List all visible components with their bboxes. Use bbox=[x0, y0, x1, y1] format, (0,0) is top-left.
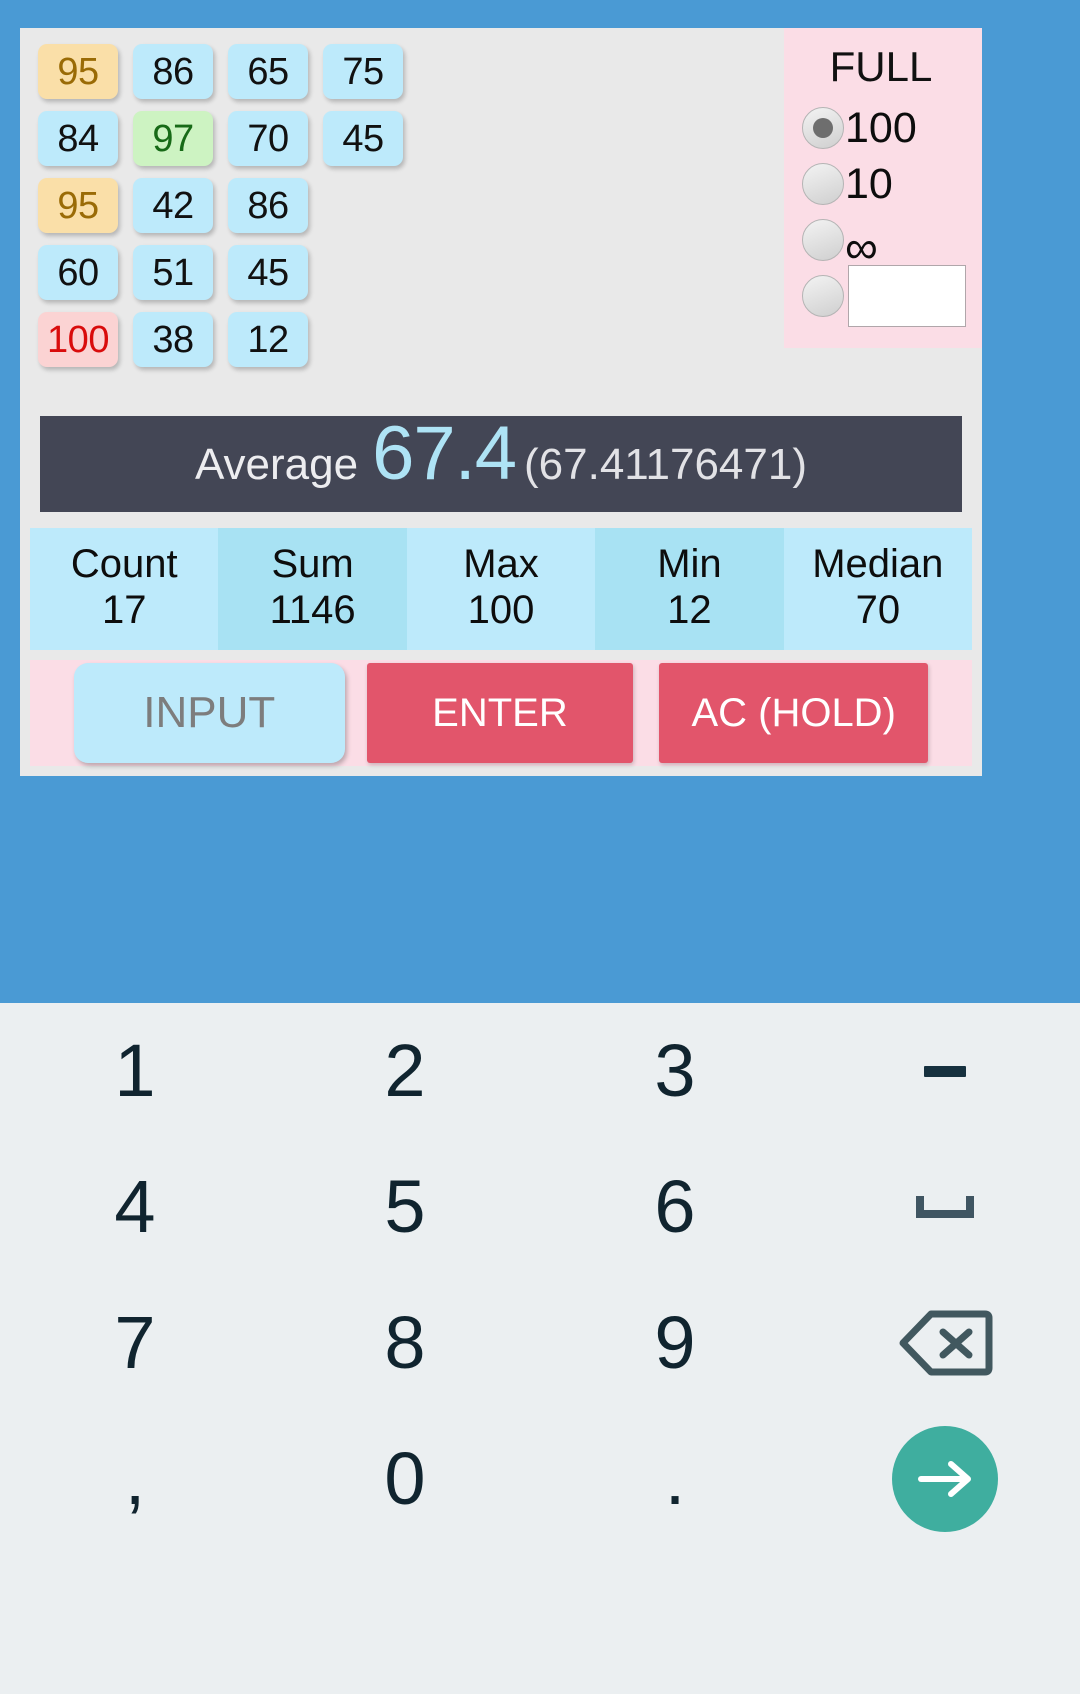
statistics-row: Count 17 Sum 1146 Max 100 Min 12 Median 70 bbox=[30, 528, 973, 650]
number-chip[interactable]: 75 bbox=[323, 44, 403, 99]
stat-value: 12 bbox=[667, 588, 712, 632]
number-chip[interactable]: 51 bbox=[133, 245, 213, 300]
key-1[interactable]: 1 bbox=[0, 1003, 270, 1139]
stat-value: 17 bbox=[101, 588, 147, 632]
radio-option-infinity[interactable]: ∞ bbox=[784, 212, 982, 273]
average-display-bar: Average 67.4 (67.41176471) bbox=[40, 416, 962, 512]
keyboard-row: 789 bbox=[0, 1275, 1080, 1411]
stat-label: Max bbox=[463, 542, 539, 586]
number-chip[interactable]: 12 bbox=[228, 312, 308, 367]
stat-value: 1146 bbox=[269, 588, 356, 632]
average-label: Average bbox=[195, 440, 359, 489]
radio-icon-custom[interactable] bbox=[802, 275, 844, 317]
stat-value: 100 bbox=[467, 588, 535, 632]
calculator-card: 95 86 65 75 84 97 70 45 95 42 86 60 51 45 100 38 12 FULL… bbox=[20, 28, 982, 776]
key-9[interactable]: 9 bbox=[540, 1275, 810, 1411]
stat-label: Median bbox=[812, 542, 944, 586]
key-5[interactable]: 5 bbox=[270, 1139, 540, 1275]
key-period[interactable]: . bbox=[540, 1411, 810, 1547]
key-7[interactable]: 7 bbox=[0, 1275, 270, 1411]
number-chip[interactable]: 42 bbox=[133, 178, 213, 233]
enter-button[interactable]: ENTER bbox=[366, 663, 634, 763]
number-chip[interactable]: 95 bbox=[38, 44, 118, 99]
radio-label-100: 100 bbox=[845, 103, 917, 152]
average-exact-value: (67.41176471) bbox=[524, 440, 807, 489]
stat-label: Sum bbox=[271, 542, 354, 586]
full-mode-panel: FULL 100 10 ∞ bbox=[784, 28, 982, 348]
key-3[interactable]: 3 bbox=[540, 1003, 810, 1139]
minus-icon bbox=[924, 1065, 966, 1077]
number-chip-grid: 95 86 65 75 84 97 70 45 95 42 86 60 51 45 100 38 12 bbox=[38, 44, 778, 379]
number-chip-row: 95 42 86 bbox=[38, 178, 778, 233]
stat-value: 70 bbox=[855, 588, 901, 632]
radio-icon-10[interactable] bbox=[802, 163, 844, 205]
key-4[interactable]: 4 bbox=[0, 1139, 270, 1275]
radio-label-infinity: ∞ bbox=[845, 221, 878, 273]
stat-label: Min bbox=[657, 542, 722, 586]
key-backspace[interactable] bbox=[810, 1275, 1080, 1411]
action-buttons-bar: INPUT ENTER AC (HOLD) bbox=[30, 660, 972, 766]
number-chip-row: 95 86 65 75 bbox=[38, 44, 778, 99]
key-2[interactable]: 2 bbox=[270, 1003, 540, 1139]
radio-icon-100[interactable] bbox=[802, 107, 844, 149]
number-chip[interactable]: 45 bbox=[228, 245, 308, 300]
key-space[interactable] bbox=[810, 1139, 1080, 1275]
stat-cell-sum: Sum 1146 bbox=[218, 528, 407, 650]
number-chip[interactable]: 38 bbox=[133, 312, 213, 367]
average-value: 67.4 bbox=[372, 416, 517, 496]
number-chip[interactable]: 65 bbox=[228, 44, 308, 99]
key-0[interactable]: 0 bbox=[270, 1411, 540, 1547]
radio-option-10[interactable]: 10 bbox=[784, 156, 982, 212]
ac-hold-button[interactable]: AC (HOLD) bbox=[659, 663, 928, 763]
key-8[interactable]: 8 bbox=[270, 1275, 540, 1411]
stat-label: Count bbox=[70, 542, 178, 586]
arrow-right-icon bbox=[918, 1461, 971, 1497]
number-chip[interactable]: 45 bbox=[323, 111, 403, 166]
custom-limit-input[interactable] bbox=[848, 265, 966, 327]
number-chip[interactable]: 70 bbox=[228, 111, 308, 166]
number-chip[interactable]: 84 bbox=[38, 111, 118, 166]
full-panel-title: FULL bbox=[829, 43, 933, 90]
number-chip-row: 60 51 45 bbox=[38, 245, 778, 300]
radio-icon-infinity[interactable] bbox=[802, 219, 844, 261]
keyboard-row: 456 bbox=[0, 1139, 1080, 1275]
stat-cell-count: Count 17 bbox=[30, 528, 219, 650]
key-submit[interactable] bbox=[810, 1411, 1080, 1547]
keyboard-row: ,0. bbox=[0, 1411, 1080, 1547]
number-chip[interactable]: 97 bbox=[133, 111, 213, 166]
radio-option-100[interactable]: 100 bbox=[784, 100, 982, 156]
stat-cell-min: Min 12 bbox=[595, 528, 784, 650]
number-chip-row: 84 97 70 45 bbox=[38, 111, 778, 166]
number-chip[interactable]: 95 bbox=[38, 178, 118, 233]
stat-cell-max: Max 100 bbox=[406, 528, 596, 650]
stat-cell-median: Median 70 bbox=[783, 528, 973, 650]
key-comma[interactable]: , bbox=[0, 1411, 270, 1547]
backspace-icon bbox=[899, 1310, 993, 1376]
key-minus[interactable] bbox=[810, 1003, 1080, 1139]
key-6[interactable]: 6 bbox=[540, 1139, 810, 1275]
space-icon bbox=[916, 1196, 974, 1218]
numeric-keyboard: 123456789,0. bbox=[0, 1003, 1080, 1694]
keyboard-row: 123 bbox=[0, 1003, 1080, 1139]
number-chip[interactable]: 60 bbox=[38, 245, 118, 300]
submit-arrow-button[interactable] bbox=[892, 1426, 998, 1532]
number-chip[interactable]: 86 bbox=[133, 44, 213, 99]
number-chip[interactable]: 100 bbox=[38, 312, 118, 367]
input-button[interactable]: INPUT bbox=[74, 663, 345, 763]
number-chip-row: 100 38 12 bbox=[38, 312, 778, 367]
radio-label-10: 10 bbox=[845, 159, 893, 208]
number-chip[interactable]: 86 bbox=[228, 178, 308, 233]
radio-option-custom[interactable] bbox=[784, 265, 982, 327]
